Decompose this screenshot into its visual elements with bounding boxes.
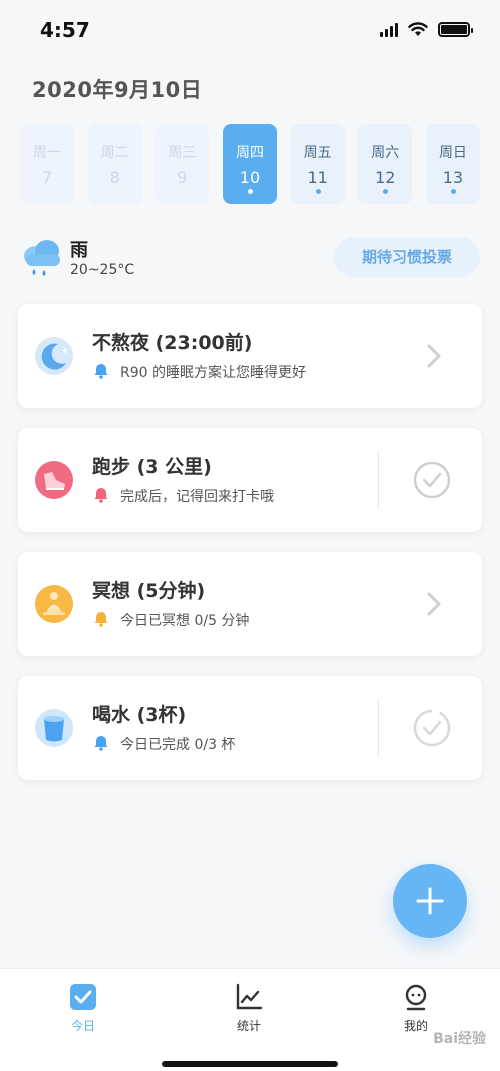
- day-number: 9: [177, 168, 188, 187]
- day-name: 周六: [371, 145, 400, 161]
- bell-icon: [94, 612, 108, 627]
- add-habit-button[interactable]: [393, 864, 467, 938]
- habit-title: 冥想 (5分钟): [92, 580, 206, 602]
- profile-icon: [405, 984, 427, 1011]
- card-divider: [378, 700, 379, 756]
- check-in-icon[interactable]: [412, 708, 452, 748]
- habit-subtitle: 今日已完成 0/3 杯: [120, 737, 236, 753]
- habit-title: 跑步 (3 公里): [92, 456, 212, 478]
- chart-line-icon: [236, 983, 263, 1010]
- habit-vote-button[interactable]: 期待习惯投票: [334, 237, 480, 277]
- plus-icon: [416, 887, 444, 915]
- day-name: 周日: [438, 145, 467, 161]
- habit-title: 不熬夜 (23:00前): [92, 332, 253, 354]
- home-indicator: [162, 1061, 338, 1067]
- day-fri[interactable]: 周五 11: [290, 124, 345, 204]
- habit-subtitle: 完成后，记得回来打卡哦: [120, 489, 274, 505]
- meditation-icon: [35, 585, 73, 623]
- day-mon[interactable]: 周一 7: [20, 124, 74, 204]
- moon-sleep-icon: [35, 337, 73, 375]
- habit-subtitle: 今日已冥想 0/5 分钟: [120, 613, 250, 629]
- habit-card-running[interactable]: 跑步 (3 公里) 完成后，记得回来打卡哦: [18, 428, 482, 532]
- day-number: 10: [239, 168, 261, 187]
- status-time: 4:57: [40, 18, 90, 42]
- tab-label: 统计: [236, 1019, 261, 1033]
- running-shoe-icon: [35, 461, 73, 499]
- bell-icon: [94, 364, 108, 379]
- week-strip: 周一 7 周二 8 周三 9 周四 10 周五 11 周六 12 周日 13: [20, 124, 480, 204]
- day-number: 8: [109, 168, 120, 187]
- tab-today[interactable]: 今日: [43, 983, 123, 1034]
- day-sun[interactable]: 周日 13: [425, 124, 480, 204]
- tab-mine[interactable]: 我的: [376, 983, 456, 1034]
- card-divider: [378, 452, 379, 508]
- day-tue[interactable]: 周二 8: [87, 124, 142, 204]
- day-number: 11: [307, 168, 328, 187]
- day-sat[interactable]: 周六 12: [358, 124, 413, 204]
- habit-card-sleep[interactable]: 不熬夜 (23:00前) R90 的睡眠方案让您睡得更好: [18, 304, 482, 408]
- day-thu-selected[interactable]: 周四 10: [222, 124, 277, 204]
- day-wed[interactable]: 周三 9: [155, 124, 210, 204]
- chevron-right-icon[interactable]: [426, 589, 442, 619]
- day-name: 周四: [235, 145, 264, 161]
- day-number: 13: [442, 168, 464, 187]
- day-dot-indicator: [247, 189, 253, 194]
- checkbox-icon: [70, 984, 96, 1010]
- rain-cloud-icon: [24, 240, 60, 276]
- habit-card-water[interactable]: 喝水 (3杯) 今日已完成 0/3 杯: [18, 676, 482, 780]
- bottom-tab-bar: 今日 统计 我的: [0, 968, 500, 1071]
- tab-label: 今日: [70, 1019, 95, 1033]
- battery-icon: [438, 22, 473, 37]
- current-date: 2020年9月10日: [32, 78, 203, 102]
- day-number: 12: [375, 168, 396, 187]
- habit-subtitle: R90 的睡眠方案让您睡得更好: [120, 365, 306, 381]
- bell-icon: [94, 736, 108, 751]
- cellular-signal-icon: [380, 22, 398, 37]
- day-name: 周一: [33, 145, 61, 161]
- day-dot-indicator: [383, 189, 389, 194]
- tab-stats[interactable]: 统计: [209, 983, 289, 1034]
- weather-condition: 雨: [70, 240, 88, 261]
- check-in-icon[interactable]: [412, 460, 452, 500]
- habit-card-meditation[interactable]: 冥想 (5分钟) 今日已冥想 0/5 分钟: [18, 552, 482, 656]
- day-name: 周二: [100, 145, 129, 161]
- weather-temperature: 20~25°C: [70, 262, 135, 278]
- day-dot-indicator: [315, 189, 321, 194]
- wifi-icon: [408, 22, 428, 36]
- day-number: 7: [41, 168, 53, 187]
- status-icons: [380, 22, 473, 37]
- chevron-right-icon[interactable]: [426, 341, 442, 371]
- day-dot-indicator: [450, 189, 456, 194]
- water-cup-icon: [35, 709, 73, 747]
- watermark: Bai经验: [433, 1031, 486, 1047]
- bell-icon: [94, 488, 108, 503]
- habit-title: 喝水 (3杯): [92, 704, 187, 726]
- day-name: 周五: [303, 145, 332, 161]
- day-name: 周三: [168, 145, 197, 161]
- status-bar: 4:57: [0, 0, 500, 60]
